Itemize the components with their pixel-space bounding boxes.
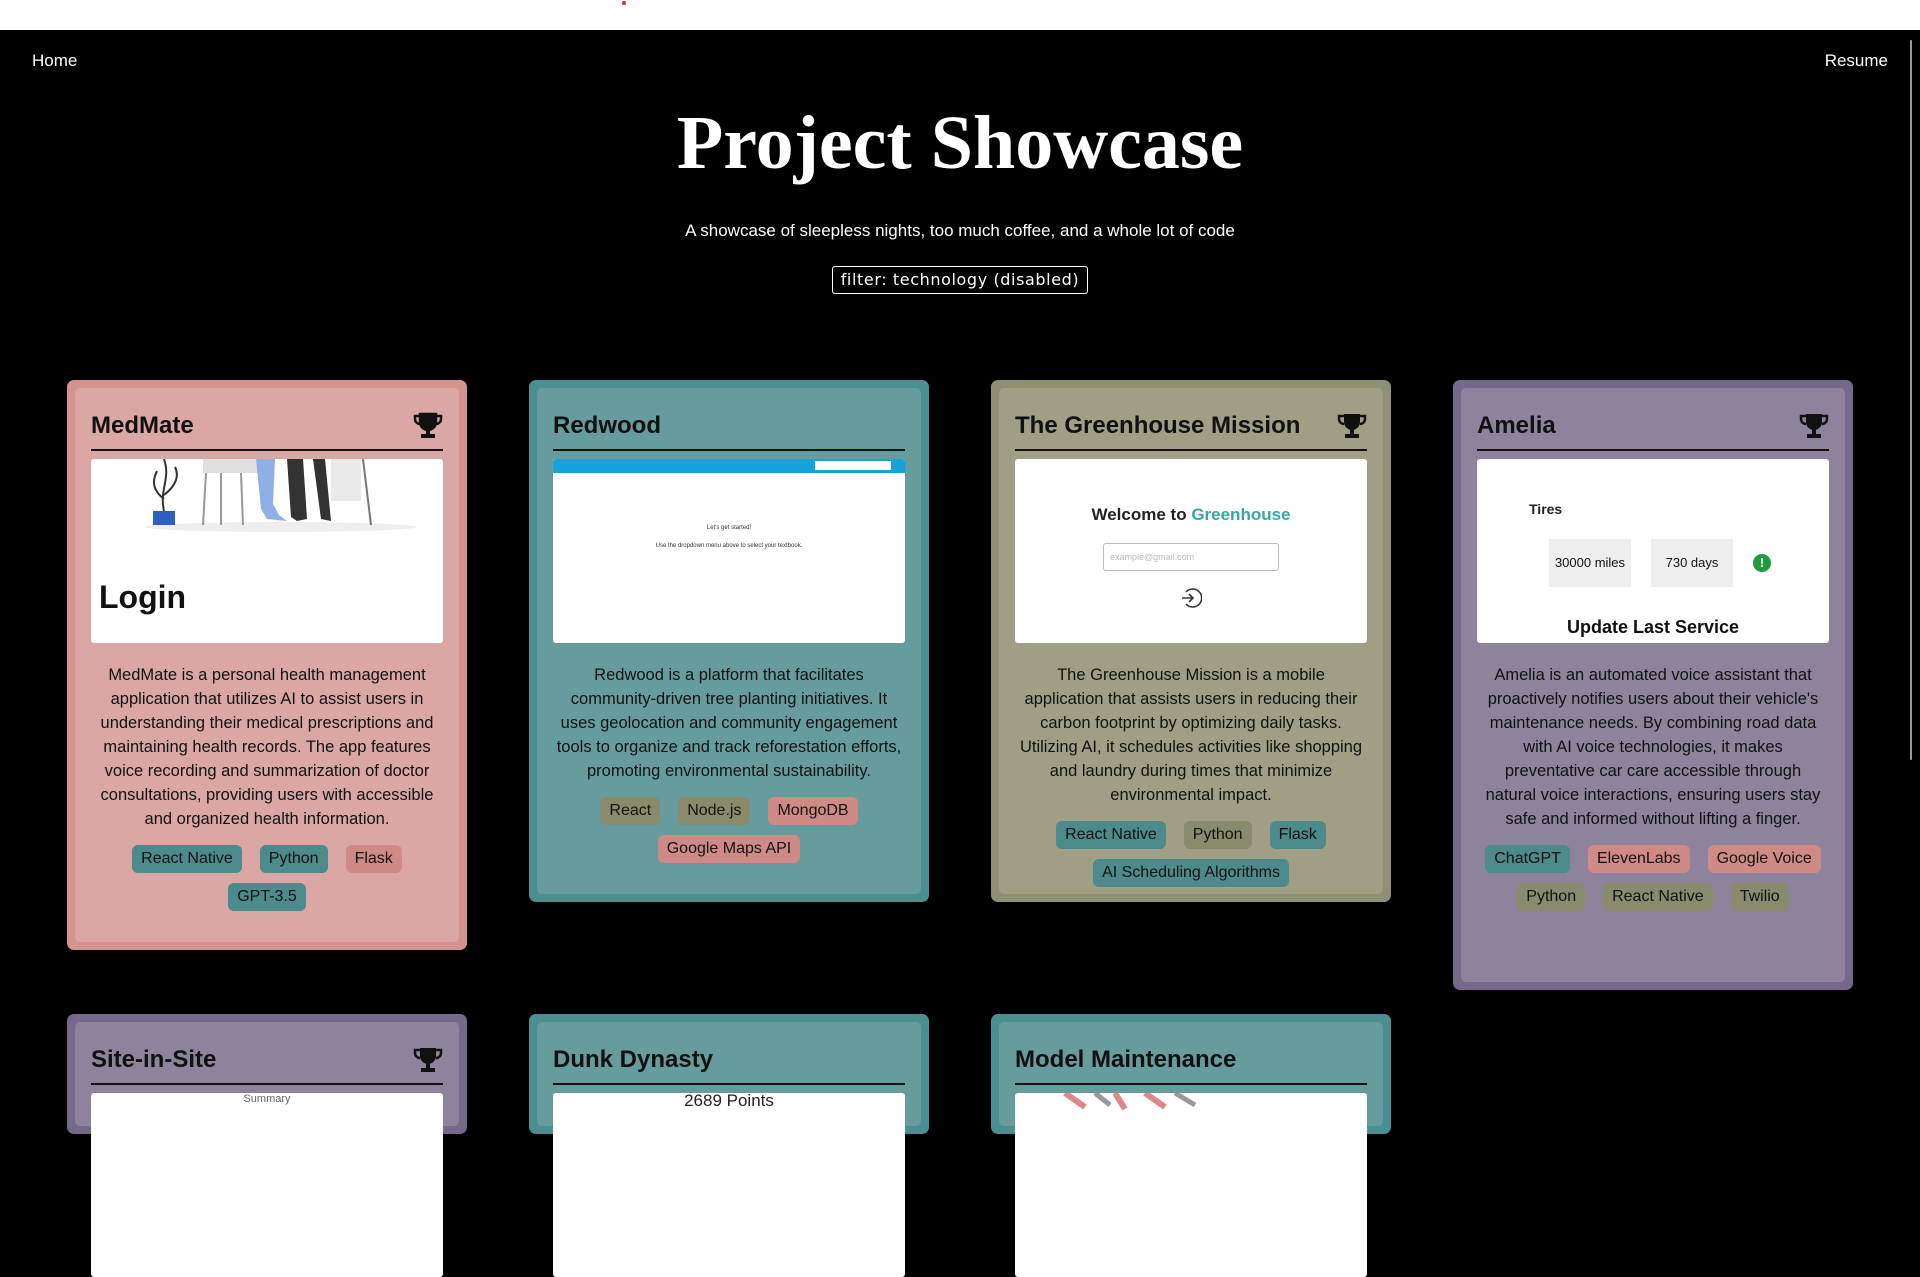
cursor-dot (622, 1, 626, 5)
tag: React Native (1603, 883, 1713, 911)
points-label: 2689 Points (684, 1093, 774, 1110)
project-description: Redwood is a platform that facilitates c… (556, 666, 902, 780)
page-subtitle: A showcase of sleepless nights, too much… (685, 221, 1235, 240)
tag: MongoDB (768, 797, 858, 825)
tag: React Native (1056, 821, 1166, 849)
tag-list: React Node.js MongoDB Google Maps API (553, 797, 905, 863)
trophy-icon (1799, 414, 1829, 438)
page-title: Project Showcase (676, 101, 1244, 185)
illustration-image (146, 459, 416, 532)
miles-box: 30000 miles (1549, 539, 1631, 587)
project-screenshot: 2689 Points (553, 1093, 905, 1277)
tag: ElevenLabs (1587, 845, 1690, 873)
tag: ChatGPT (1485, 845, 1570, 873)
login-heading: Login (99, 579, 187, 615)
project-card-site-in-site[interactable]: Site-in-Site Summary (67, 1014, 467, 1277)
trophy-icon (413, 1048, 443, 1072)
project-screenshot: Let's get started! Use the dropdown menu… (553, 459, 905, 643)
browser-top-bar (0, 0, 1920, 30)
project-screenshot: Tires 30000 miles 730 days ! Update Last… (1477, 459, 1829, 643)
nav-resume-link[interactable]: Resume (1825, 51, 1888, 71)
tag: Node.js (678, 797, 751, 825)
project-title: Dunk Dynasty (553, 1046, 714, 1073)
welcome-heading: Welcome to Greenhouse (1015, 505, 1367, 525)
tag-list: React Native Python Flask AI Scheduling … (1015, 821, 1367, 887)
project-description: MedMate is a personal health management … (100, 666, 434, 828)
tag: Python (1183, 821, 1252, 849)
project-card-greenhouse[interactable]: The Greenhouse Mission Welcome to Greenh… (991, 380, 1391, 902)
welcome-text: Welcome to (1091, 505, 1187, 524)
project-description: The Greenhouse Mission is a mobile appli… (1019, 666, 1363, 804)
trophy-icon (1337, 414, 1367, 438)
tag: Google Voice (1707, 845, 1821, 873)
scrollbar[interactable] (1902, 30, 1920, 1110)
brand-text: Greenhouse (1191, 505, 1291, 524)
tag: AI Scheduling Algorithms (1093, 859, 1289, 887)
tag: Flask (1269, 821, 1326, 849)
tag: Flask (345, 845, 402, 873)
filter-button[interactable]: filter: technology (disabled) (832, 266, 1088, 294)
tag-list: ChatGPT ElevenLabs Google Voice Python R… (1477, 845, 1829, 911)
tag: Twilio (1730, 883, 1789, 911)
tag: React (600, 797, 661, 825)
tag: GPT-3.5 (228, 883, 306, 911)
tag: Python (1517, 883, 1586, 911)
project-title: Amelia (1477, 412, 1556, 439)
tag: Google Maps API (657, 835, 801, 863)
tag-list: React Native Python Flask GPT-3.5 (91, 845, 443, 911)
shot-text: Use the dropdown menu above to select yo… (655, 543, 803, 549)
project-card-amelia[interactable]: Amelia Tires 30000 miles 730 days ! Upda… (1453, 380, 1853, 990)
update-service-label: Update Last Service (1566, 617, 1740, 637)
project-title: Model Maintenance (1015, 1046, 1237, 1073)
project-screenshot: Welcome to Greenhouse example@gmail.com (1015, 459, 1367, 643)
shot-text: Let's get started! (706, 525, 752, 531)
project-title: The Greenhouse Mission (1015, 412, 1301, 439)
tag: Python (259, 845, 328, 873)
project-card-dunk-dynasty[interactable]: Dunk Dynasty 2689 Points (529, 1014, 929, 1277)
days-box: 730 days (1651, 539, 1733, 587)
project-card-medmate[interactable]: MedMate Login MedMate is a personal heal… (67, 380, 467, 950)
project-screenshot: Login (91, 459, 443, 643)
alert-icon: ! (1753, 554, 1771, 572)
textbook-dropdown (815, 461, 891, 470)
project-screenshot (1015, 1093, 1367, 1277)
login-icon (1182, 588, 1202, 608)
tag: React Native (132, 845, 242, 873)
model-image (1063, 1093, 1197, 1111)
project-title: Redwood (553, 412, 661, 439)
nav-home-link[interactable]: Home (32, 51, 77, 71)
project-title: MedMate (91, 412, 194, 439)
trophy-icon (413, 412, 443, 438)
project-card-redwood[interactable]: Redwood Let's get started! Use the dropd… (529, 380, 929, 902)
project-title: Site-in-Site (91, 1046, 217, 1073)
project-screenshot: Summary (91, 1093, 443, 1277)
app-header-bar (553, 459, 905, 473)
tires-label: Tires (1529, 501, 1563, 517)
summary-label: Summary (243, 1093, 291, 1105)
project-card-model-maintenance[interactable]: Model Maintenance (991, 1014, 1391, 1277)
project-description: Amelia is an automated voice assistant t… (1485, 666, 1821, 828)
email-field: example@gmail.com (1103, 543, 1279, 571)
